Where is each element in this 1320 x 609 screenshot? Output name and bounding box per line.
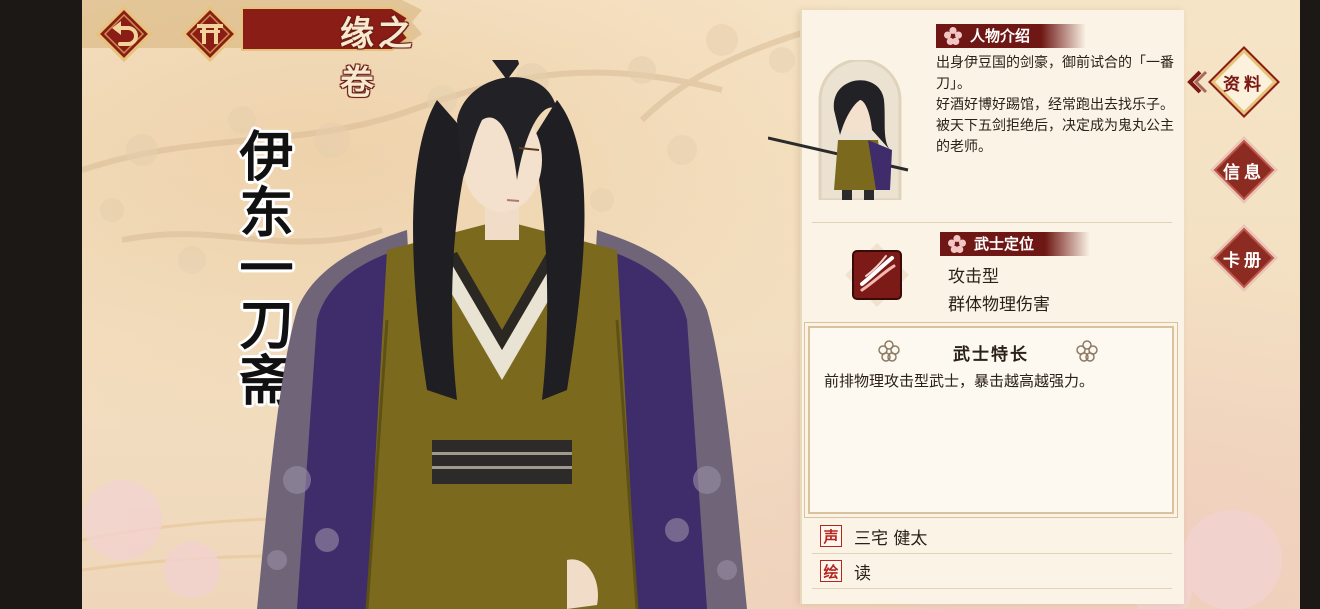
- intro-label: 人物介绍: [936, 24, 1087, 48]
- character-portrait: [257, 60, 747, 609]
- role-damage: 群体物理伤害: [948, 295, 1050, 315]
- voice-credit: 声 三宅 健太: [820, 523, 927, 549]
- intro-line: 好酒好博好踢馆，经常跑出去找乐子。: [936, 97, 1174, 113]
- specialty-box: 武士特长 前排物理攻击型武士，暴击越高越强力。: [804, 322, 1178, 518]
- divider: [812, 588, 1172, 589]
- info-panel: 人物介绍 出身伊豆国的剑豪，御前试合的「一番刀」。 好酒好博好踢馆，经常跑出去找…: [768, 10, 1184, 604]
- game-scene: 缘之卷 伊东一刀斋 人物介绍 出身伊豆国的剑豪，御前试合的「一番刀」。 好酒好博…: [82, 0, 1300, 609]
- specialty-text: 前排物理攻击型武士，暴击越高越强力。: [824, 372, 1095, 390]
- intro-label-text: 人物介绍: [970, 27, 1031, 45]
- voice-actor: 三宅 健太: [854, 528, 928, 549]
- sakura-icon: [1076, 340, 1098, 362]
- home-button[interactable]: [182, 6, 238, 62]
- art-credit: 绘 读: [820, 558, 871, 584]
- slash-attack-icon: [845, 243, 909, 307]
- illustrator: 读: [854, 563, 871, 584]
- role-label-text: 武士定位: [974, 235, 1035, 253]
- voice-seal: 声: [820, 525, 842, 547]
- role-label: 武士定位: [940, 232, 1091, 256]
- header-bar: 缘之卷: [82, 0, 422, 103]
- back-button[interactable]: [96, 6, 152, 62]
- tab-profile[interactable]: 资料: [1206, 44, 1282, 120]
- sakura-icon: [948, 235, 966, 253]
- back-arrow-icon: [96, 6, 152, 62]
- tab-profile-label: 资料: [1223, 74, 1265, 95]
- sakura-icon: [944, 27, 962, 45]
- chevron-left-icon: [1187, 70, 1208, 94]
- role-info: 攻击型 群体物理伤害: [948, 263, 1050, 319]
- divider: [812, 553, 1172, 554]
- specialty-title: 武士特长: [953, 345, 1029, 365]
- character-chibi: [768, 60, 909, 200]
- tab-album-label: 卡册: [1223, 250, 1265, 271]
- shrine-gate-icon: [182, 6, 238, 62]
- intro-line: 出身伊豆国的剑豪，御前试合的「一番刀」。: [936, 55, 1174, 92]
- tab-info[interactable]: 信息: [1206, 132, 1282, 208]
- art-seal: 绘: [820, 560, 842, 582]
- intro-line: 被天下五剑拒绝后，决定成为鬼丸公主的老师。: [936, 118, 1174, 155]
- tab-album[interactable]: 卡册: [1206, 220, 1282, 296]
- intro-text: 出身伊豆国的剑豪，御前试合的「一番刀」。 好酒好博好踢馆，经常跑出去找乐子。 被…: [936, 53, 1176, 158]
- role-type: 攻击型: [948, 267, 999, 287]
- divider: [812, 222, 1172, 223]
- tab-info-label: 信息: [1223, 162, 1265, 183]
